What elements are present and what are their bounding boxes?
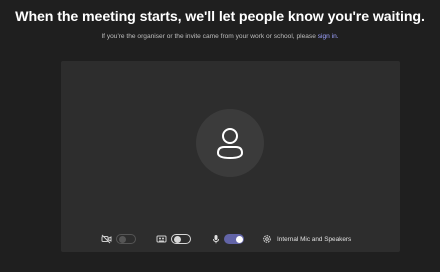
device-settings-label: Internal Mic and Speakers: [277, 235, 352, 243]
camera-control: [101, 231, 136, 247]
avatar: [196, 109, 264, 177]
background-effects-toggle[interactable]: [171, 234, 191, 244]
microphone-control: [212, 231, 244, 247]
camera-toggle: [116, 234, 136, 244]
background-effects-icon[interactable]: [156, 234, 167, 244]
video-preview: Internal Mic and Speakers: [61, 61, 400, 252]
sign-in-hint-text: If you're the organiser or the invite ca…: [101, 33, 316, 40]
microphone-toggle[interactable]: [224, 234, 244, 244]
device-settings-button[interactable]: Internal Mic and Speakers: [262, 231, 351, 247]
gear-icon: [262, 234, 272, 244]
page-title: When the meeting starts, we'll let peopl…: [15, 9, 425, 25]
microphone-icon[interactable]: [212, 234, 220, 244]
sign-in-hint: If you're the organiser or the invite ca…: [0, 33, 440, 40]
sign-in-link[interactable]: sign in.: [318, 33, 339, 40]
pre-join-screen: When the meeting starts, we'll let peopl…: [0, 0, 440, 272]
device-controls: Internal Mic and Speakers: [61, 231, 400, 247]
background-effects-control: [156, 231, 191, 247]
camera-off-icon[interactable]: [101, 234, 112, 244]
